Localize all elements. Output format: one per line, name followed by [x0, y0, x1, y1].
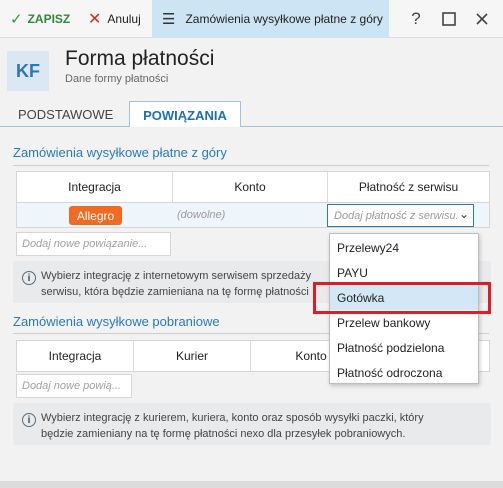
- page-subtitle: Dane formy płatności: [65, 73, 169, 85]
- payment-dropdown[interactable]: Dodaj płatność z serwisu... ⌄: [327, 204, 474, 227]
- column-header-konto[interactable]: Konto: [173, 172, 328, 202]
- table-row[interactable]: Allegro (dowolne) Dodaj płatność z serwi…: [16, 203, 490, 228]
- menu-icon: ☰: [162, 11, 176, 28]
- info-line: będzie zamieniany na tę formę płatności …: [41, 428, 406, 440]
- maximize-button[interactable]: [434, 0, 464, 38]
- info-line: Wybierz integrację z kurierem, kuriera, …: [41, 412, 424, 424]
- info-line: serwisu, która będzie zamieniana na tę f…: [41, 286, 309, 298]
- tab-podstawowe[interactable]: PODSTAWOWE: [18, 101, 113, 127]
- help-icon: ?: [411, 9, 421, 28]
- save-button[interactable]: ✓ ZAPISZ: [10, 0, 70, 38]
- cancel-button[interactable]: ✕ Anuluj: [88, 0, 141, 38]
- info-icon: i: [22, 271, 36, 285]
- close-window-icon: [476, 13, 488, 25]
- window-tab[interactable]: ☰ Zamówienia wysyłkowe płatne z góry: [152, 0, 389, 38]
- column-header-integracja[interactable]: Integracja: [17, 172, 173, 202]
- toolbar: ✓ ZAPISZ ✕ Anuluj ☰ Zamówienia wysyłkowe…: [0, 0, 503, 38]
- menu-item-platnosc-podzielona[interactable]: Płatność podzielona: [330, 335, 478, 360]
- bottom-border: [0, 481, 503, 488]
- menu-item-przelewy24[interactable]: Przelewy24: [330, 235, 478, 260]
- close-window-button[interactable]: [467, 0, 497, 38]
- column-header-kurier[interactable]: Kurier: [134, 341, 251, 371]
- menu-item-platnosc-odroczona[interactable]: Płatność odroczona: [330, 360, 478, 385]
- info-line: Wybierz integrację z internetowym serwis…: [41, 270, 312, 282]
- add-binding-input[interactable]: Dodaj nowe powią...: [16, 374, 132, 398]
- info-box-cod: i Wybierz integrację z kurierem, kuriera…: [13, 403, 491, 445]
- form-logo: KF: [7, 51, 49, 91]
- page-title: Forma płatności: [65, 47, 215, 70]
- payment-dropdown-placeholder: Dodaj płatność z serwisu...: [334, 210, 459, 222]
- close-icon: ✕: [88, 11, 102, 28]
- check-icon: ✓: [10, 11, 23, 28]
- section-title-cod: Zamówienia wysyłkowe pobraniowe: [13, 314, 220, 329]
- column-header-platnosc[interactable]: Płatność z serwisu: [328, 172, 489, 202]
- add-binding-input[interactable]: Dodaj nowe powiązanie...: [16, 232, 171, 256]
- tab-bar: PODSTAWOWE POWIĄZANIA: [0, 101, 503, 128]
- help-button[interactable]: ?: [401, 0, 431, 38]
- section-title-prepaid: Zamówienia wysyłkowe płatne z góry: [13, 145, 227, 160]
- form-header: KF Forma płatności Dane formy płatności: [0, 39, 503, 101]
- maximize-icon: [442, 12, 456, 26]
- highlight-box: [313, 282, 491, 314]
- section-divider: [13, 165, 489, 166]
- account-cell[interactable]: (dowolne): [177, 209, 225, 221]
- column-header-integracja[interactable]: Integracja: [17, 341, 134, 371]
- tab-powiazania[interactable]: POWIĄZANIA: [129, 101, 241, 128]
- allegro-badge[interactable]: Allegro: [69, 206, 122, 225]
- prepaid-grid-header: Integracja Konto Płatność z serwisu: [16, 171, 490, 203]
- info-icon: i: [22, 413, 36, 427]
- chevron-down-icon: ⌄: [458, 207, 469, 221]
